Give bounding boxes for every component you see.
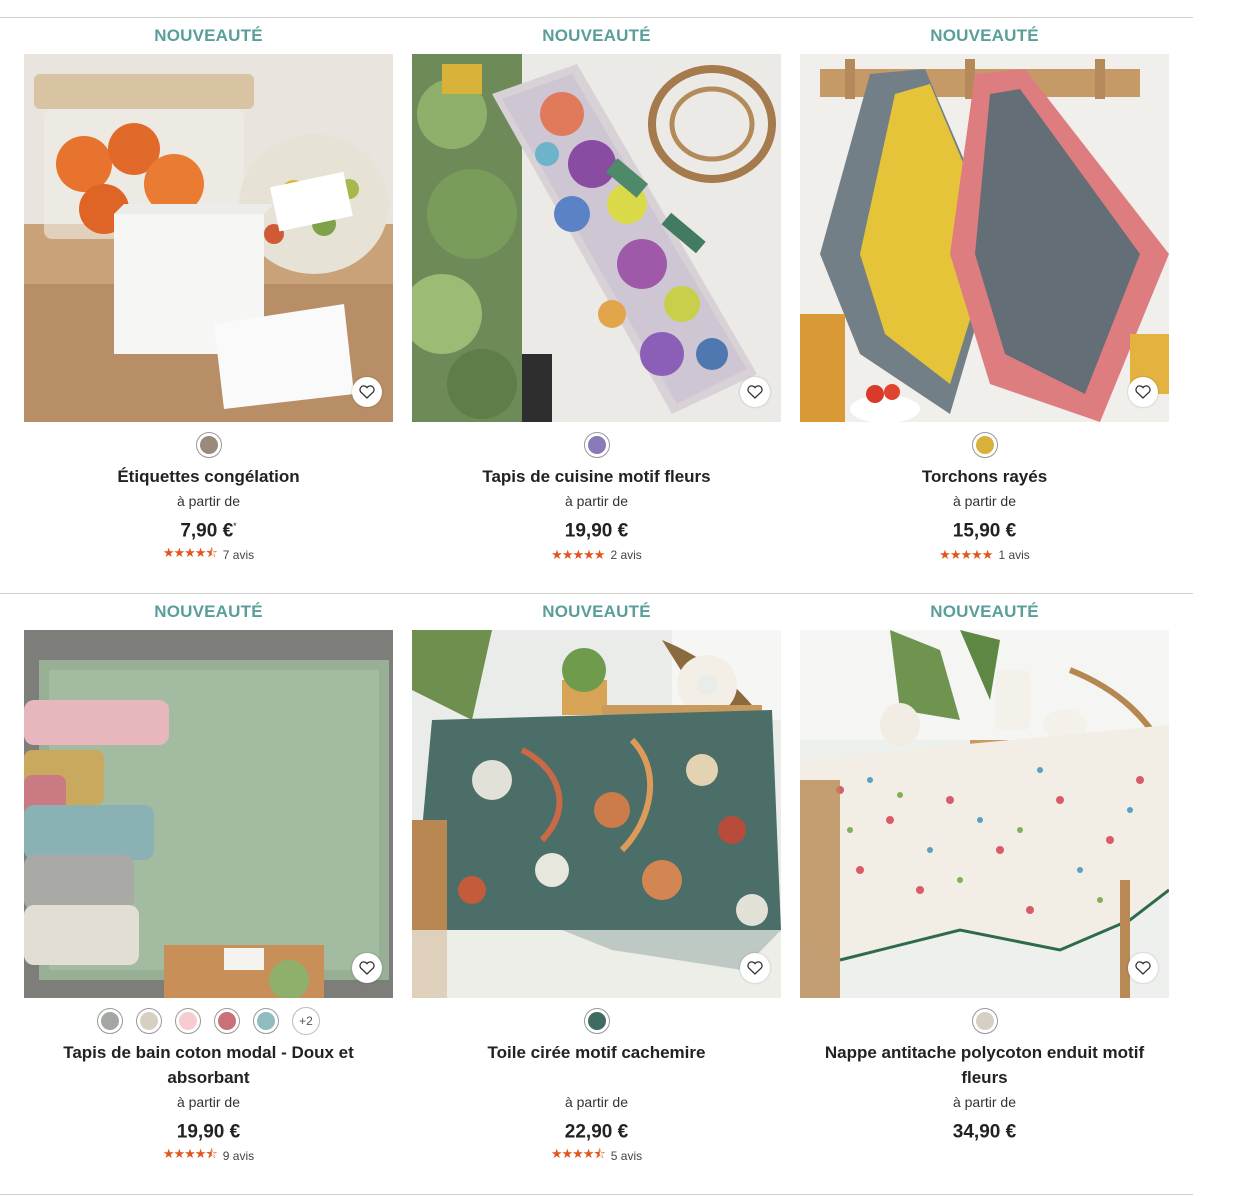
heart-icon [1135,961,1151,975]
heart-icon [359,385,375,399]
review-count: 2 avis [610,548,642,562]
price-value: 19,90 € [176,1121,241,1143]
rating-stars: ★★★★⯪ [162,545,218,560]
price-value: 22,90 € [564,1121,629,1143]
add-to-wishlist-button[interactable] [740,377,770,407]
price-value: 19,90 € [564,520,629,542]
color-swatch[interactable] [971,1008,998,1034]
color-swatches [24,430,393,460]
color-swatches [412,430,781,460]
price-prefix: à partir de [952,493,1017,509]
product-card[interactable]: NOUVEAUTÉ Torchons rayés à partir de 15,… [800,20,1169,563]
color-swatches [800,430,1169,460]
color-swatch[interactable] [214,1008,240,1034]
product-price: 19,90 € [24,1114,393,1143]
product-image[interactable] [24,630,393,998]
row-divider [0,17,1193,18]
heart-icon [747,385,763,399]
color-swatches [412,1006,781,1036]
color-swatch[interactable] [136,1008,162,1034]
rating-stars: ★★★★★ [551,547,605,562]
product-price: 15,90 € [800,513,1169,542]
product-rating[interactable]: ★★★★⯪ 9 avis [24,1146,393,1164]
product-image[interactable] [800,54,1169,422]
new-badge: NOUVEAUTÉ [930,602,1039,621]
heart-icon [359,961,375,975]
product-image[interactable] [800,630,1169,998]
review-count: 7 avis [222,548,255,562]
product-name[interactable]: Nappe antitache polycoton enduit motif f… [800,1040,1169,1090]
product-rating[interactable]: ★★★★★ 1 avis [800,547,1169,563]
price-prefix: à partir de [952,1094,1017,1110]
color-swatch[interactable] [583,1008,610,1034]
price-value: 15,90 € [952,520,1017,542]
product-name[interactable]: Tapis de cuisine motif fleurs [412,464,781,489]
color-swatch[interactable] [253,1008,279,1034]
review-count: 5 avis [610,1149,643,1163]
rating-stars: ★★★★⯪ [550,1146,606,1161]
more-colors-button[interactable]: +2 [292,1007,320,1035]
color-swatch[interactable] [97,1008,123,1034]
color-swatches [800,1006,1169,1036]
new-badge: NOUVEAUTÉ [542,26,651,45]
product-card[interactable]: NOUVEAUTÉ Nappe antitache polycoton endu… [800,596,1169,1143]
product-rating[interactable]: ★★★★⯪ 5 avis [412,1146,781,1164]
product-image[interactable] [412,630,781,998]
product-name[interactable]: Tapis de bain coton modal - Doux et abso… [24,1040,393,1090]
color-swatches: +2 [24,1006,393,1036]
product-price: 22,90 € [412,1114,781,1143]
price-footnote-marker: * [233,521,237,531]
product-price: 7,90 €* [24,513,393,542]
product-card[interactable]: NOUVEAUTÉ Toile cirée motif cachemire à [412,596,781,1164]
new-badge: NOUVEAUTÉ [930,26,1039,45]
product-rating[interactable]: ★★★★★ 2 avis [412,547,781,563]
product-rating[interactable]: ★★★★⯪ 7 avis [24,545,393,563]
product-card[interactable]: NOUVEAUTÉ Étiquettes congélation à parti… [24,20,393,563]
add-to-wishlist-button[interactable] [1128,953,1158,983]
product-price: 34,90 € [800,1114,1169,1143]
product-name[interactable]: Torchons rayés [800,464,1169,489]
price-value: 7,90 € [180,520,234,542]
color-swatch[interactable] [583,432,610,458]
rating-stars: ★★★★⯪ [162,1146,218,1161]
price-prefix: à partir de [176,1094,241,1110]
product-card[interactable]: NOUVEAUTÉ +2 Tapis de bain coton modal -… [24,596,393,1164]
add-to-wishlist-button[interactable] [352,377,382,407]
add-to-wishlist-button[interactable] [1128,377,1158,407]
heart-icon [1135,385,1151,399]
new-badge: NOUVEAUTÉ [542,602,651,621]
price-prefix: à partir de [176,493,241,509]
review-count: 1 avis [998,548,1030,562]
add-to-wishlist-button[interactable] [740,953,770,983]
product-name[interactable]: Étiquettes congélation [24,464,393,489]
row-divider [0,1194,1193,1195]
product-card[interactable]: NOUVEAUTÉ Tapis de cuisine motif fleurs … [412,20,781,563]
product-name[interactable]: Toile cirée motif cachemire [412,1040,781,1090]
price-prefix: à partir de [564,1094,629,1110]
color-swatch[interactable] [195,432,222,458]
review-count: 9 avis [222,1149,255,1163]
row-divider [0,593,1193,594]
heart-icon [747,961,763,975]
product-price: 19,90 € [412,513,781,542]
new-badge: NOUVEAUTÉ [154,602,263,621]
rating-stars: ★★★★★ [939,547,993,562]
price-prefix: à partir de [564,493,629,509]
new-badge: NOUVEAUTÉ [154,26,263,45]
color-swatch[interactable] [175,1008,201,1034]
price-value: 34,90 € [952,1121,1017,1143]
product-image[interactable] [24,54,393,422]
color-swatch[interactable] [971,432,998,458]
add-to-wishlist-button[interactable] [352,953,382,983]
product-image[interactable] [412,54,781,422]
